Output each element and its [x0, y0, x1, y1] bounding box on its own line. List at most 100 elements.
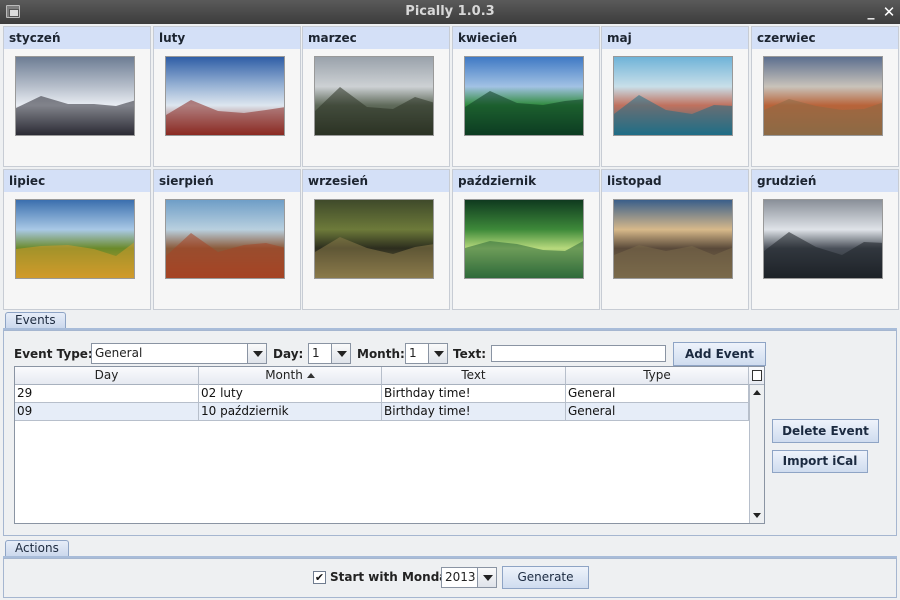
title-bar: Pically 1.0.3 _ ✕	[0, 0, 900, 24]
column-header-label: Day	[94, 368, 119, 382]
minimize-button[interactable]: _	[862, 2, 880, 22]
chevron-down-icon[interactable]	[477, 568, 496, 587]
month-name: czerwiec	[752, 27, 898, 49]
month-photo[interactable]	[15, 199, 135, 279]
landscape-graphic	[465, 241, 583, 278]
month-photo[interactable]	[613, 56, 733, 136]
landscape-graphic	[465, 91, 583, 135]
landscape-graphic	[16, 242, 134, 278]
column-header-label: Text	[461, 368, 486, 382]
month-name: maj	[602, 27, 748, 49]
landscape-graphic	[315, 87, 433, 135]
month-name: lipiec	[4, 170, 150, 192]
generate-button[interactable]: Generate	[502, 566, 589, 589]
month-tile[interactable]: listopad	[601, 169, 749, 310]
month-photo[interactable]	[314, 199, 434, 279]
month-value: 1	[409, 346, 417, 360]
column-header-text[interactable]: Text	[382, 367, 566, 385]
month-tile[interactable]: czerwiec	[751, 26, 899, 167]
year-value: 2013	[445, 570, 476, 584]
delete-event-button[interactable]: Delete Event	[772, 419, 879, 443]
month-tile[interactable]: maj	[601, 26, 749, 167]
month-photo[interactable]	[763, 56, 883, 136]
month-name: kwiecień	[453, 27, 599, 49]
cell-type[interactable]: General	[566, 403, 749, 421]
event-type-select[interactable]: General	[91, 343, 267, 364]
cell-month[interactable]: 10 październik	[199, 403, 382, 421]
month-tile[interactable]: marzec	[302, 26, 450, 167]
month-name: październik	[453, 170, 599, 192]
column-header-day[interactable]: Day	[15, 367, 199, 385]
column-header-month[interactable]: Month	[199, 367, 382, 385]
cell-day[interactable]: 09	[15, 403, 199, 421]
landscape-graphic	[315, 237, 433, 278]
start-monday-checkbox[interactable]: ✔	[313, 571, 326, 584]
month-photo[interactable]	[464, 56, 584, 136]
day-value: 1	[312, 346, 320, 360]
landscape-graphic	[614, 95, 732, 135]
month-name: styczeń	[4, 27, 150, 49]
import-ical-button[interactable]: Import iCal	[772, 450, 868, 473]
event-text-input[interactable]	[491, 345, 666, 362]
text-label: Text:	[453, 347, 487, 361]
month-photo[interactable]	[464, 199, 584, 279]
cell-text[interactable]: Birthday time!	[382, 385, 566, 403]
chevron-down-icon[interactable]	[428, 344, 447, 363]
month-tile[interactable]: październik	[452, 169, 600, 310]
cell-text[interactable]: Birthday time!	[382, 403, 566, 421]
month-label: Month:	[357, 347, 405, 361]
column-header-label: Month	[265, 368, 303, 382]
landscape-graphic	[16, 96, 134, 135]
month-tile[interactable]: styczeń	[3, 26, 151, 167]
month-name: luty	[154, 27, 300, 49]
month-name: marzec	[303, 27, 449, 49]
day-select[interactable]: 1	[308, 343, 351, 364]
events-table: Day Month Text Type 29 02 luty Birthday …	[14, 366, 765, 524]
month-photo[interactable]	[314, 56, 434, 136]
landscape-graphic	[614, 245, 732, 278]
scroll-up-icon[interactable]	[750, 385, 765, 400]
month-tile[interactable]: luty	[153, 26, 301, 167]
chevron-down-icon[interactable]	[331, 344, 350, 363]
event-type-label: Event Type:	[14, 347, 93, 361]
year-select[interactable]: 2013	[441, 567, 497, 588]
scroll-down-icon[interactable]	[750, 508, 765, 523]
column-header-label: Type	[643, 368, 671, 382]
month-tile[interactable]: kwiecień	[452, 26, 600, 167]
add-event-button[interactable]: Add Event	[673, 342, 766, 366]
tab-actions[interactable]: Actions	[5, 540, 69, 557]
column-header-type[interactable]: Type	[566, 367, 749, 385]
month-tile[interactable]: sierpień	[153, 169, 301, 310]
cell-day[interactable]: 29	[15, 385, 199, 403]
landscape-graphic	[166, 100, 284, 135]
start-monday-label: Start with Monday	[330, 570, 455, 584]
day-label: Day:	[273, 347, 304, 361]
landscape-graphic	[764, 232, 882, 278]
month-photo[interactable]	[763, 199, 883, 279]
month-tile[interactable]: grudzień	[751, 169, 899, 310]
app-window: Pically 1.0.3 _ ✕ styczeń luty marzec kwiec…	[0, 0, 900, 600]
month-name: wrzesień	[303, 170, 449, 192]
column-control-icon[interactable]	[749, 367, 764, 385]
month-select[interactable]: 1	[405, 343, 448, 364]
sort-ascending-icon	[306, 373, 315, 378]
table-scrollbar[interactable]	[749, 385, 764, 523]
month-photo[interactable]	[165, 56, 285, 136]
check-icon: ✔	[314, 571, 325, 584]
month-name: grudzień	[752, 170, 898, 192]
chevron-down-icon[interactable]	[247, 344, 266, 363]
month-photo[interactable]	[165, 199, 285, 279]
month-photo[interactable]	[15, 56, 135, 136]
event-type-value: General	[95, 346, 143, 360]
month-tile[interactable]: wrzesień	[302, 169, 450, 310]
tab-events[interactable]: Events	[5, 312, 66, 329]
landscape-graphic	[166, 233, 284, 278]
month-tile[interactable]: lipiec	[3, 169, 151, 310]
cell-month[interactable]: 02 luty	[199, 385, 382, 403]
landscape-graphic	[764, 99, 882, 135]
close-button[interactable]: ✕	[880, 2, 898, 22]
window-title: Pically 1.0.3	[405, 4, 495, 19]
month-photo[interactable]	[613, 199, 733, 279]
month-name: listopad	[602, 170, 748, 192]
cell-type[interactable]: General	[566, 385, 749, 403]
